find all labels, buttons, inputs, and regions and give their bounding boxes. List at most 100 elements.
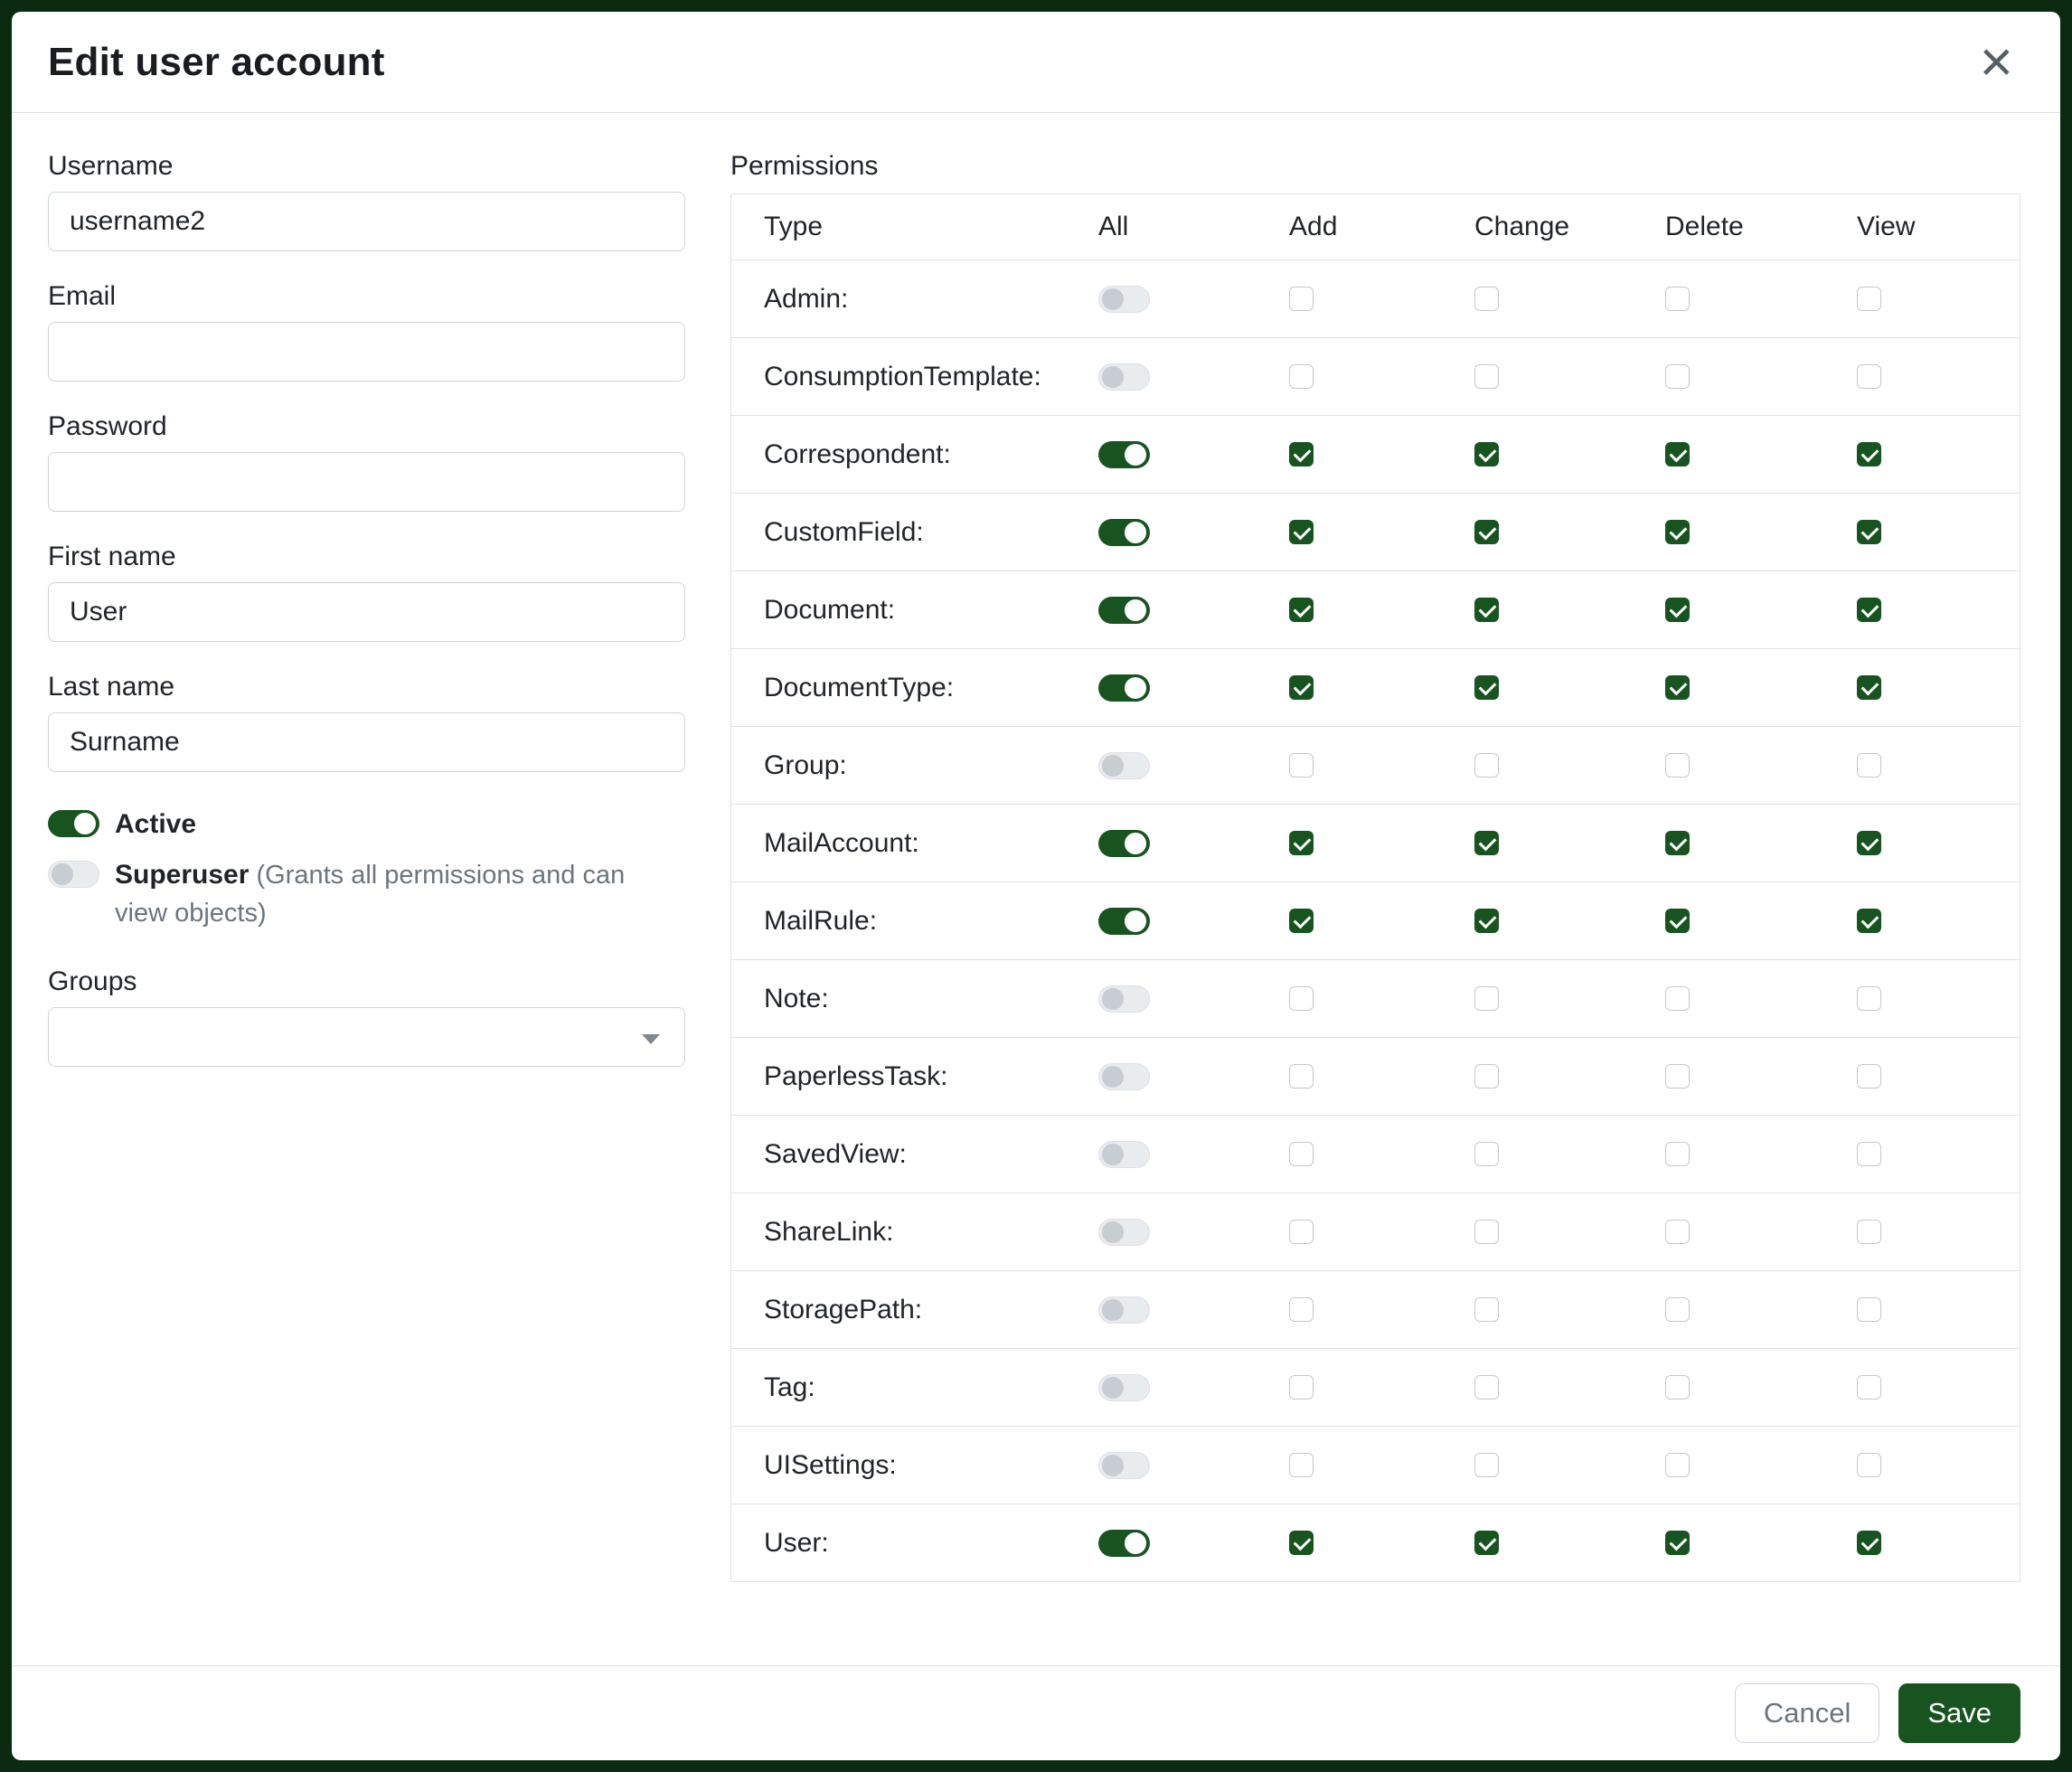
change-checkbox[interactable] bbox=[1474, 986, 1499, 1011]
delete-checkbox[interactable] bbox=[1665, 1064, 1690, 1089]
delete-checkbox[interactable] bbox=[1665, 598, 1690, 622]
add-checkbox[interactable] bbox=[1289, 520, 1314, 544]
change-checkbox[interactable] bbox=[1474, 831, 1499, 855]
all-toggle[interactable] bbox=[1098, 1374, 1150, 1401]
all-toggle[interactable] bbox=[1098, 674, 1150, 702]
active-toggle[interactable] bbox=[48, 810, 99, 837]
all-toggle[interactable] bbox=[1098, 1219, 1150, 1246]
view-checkbox[interactable] bbox=[1857, 598, 1881, 622]
all-toggle[interactable] bbox=[1098, 1063, 1150, 1090]
change-checkbox[interactable] bbox=[1474, 1297, 1499, 1322]
delete-checkbox[interactable] bbox=[1665, 442, 1690, 467]
delete-checkbox[interactable] bbox=[1665, 1375, 1690, 1400]
view-checkbox[interactable] bbox=[1857, 1142, 1881, 1166]
all-toggle[interactable] bbox=[1098, 985, 1150, 1013]
last-name-input[interactable] bbox=[48, 712, 685, 772]
delete-checkbox[interactable] bbox=[1665, 753, 1690, 778]
add-checkbox[interactable] bbox=[1289, 598, 1314, 622]
delete-checkbox[interactable] bbox=[1665, 986, 1690, 1011]
groups-select[interactable] bbox=[48, 1007, 685, 1067]
delete-checkbox-cell bbox=[1665, 753, 1857, 778]
all-toggle[interactable] bbox=[1098, 519, 1150, 546]
add-checkbox[interactable] bbox=[1289, 1142, 1314, 1166]
all-toggle[interactable] bbox=[1098, 1141, 1150, 1168]
password-input[interactable] bbox=[48, 452, 685, 512]
first-name-input[interactable] bbox=[48, 582, 685, 642]
change-checkbox[interactable] bbox=[1474, 909, 1499, 933]
view-checkbox[interactable] bbox=[1857, 1297, 1881, 1322]
delete-checkbox[interactable] bbox=[1665, 1142, 1690, 1166]
save-button[interactable]: Save bbox=[1898, 1683, 2020, 1743]
delete-checkbox[interactable] bbox=[1665, 1297, 1690, 1322]
all-toggle[interactable] bbox=[1098, 908, 1150, 935]
change-checkbox[interactable] bbox=[1474, 598, 1499, 622]
add-checkbox[interactable] bbox=[1289, 1453, 1314, 1477]
change-checkbox[interactable] bbox=[1474, 442, 1499, 467]
delete-checkbox[interactable] bbox=[1665, 831, 1690, 855]
add-checkbox[interactable] bbox=[1289, 753, 1314, 778]
delete-checkbox[interactable] bbox=[1665, 287, 1690, 311]
cancel-button[interactable]: Cancel bbox=[1735, 1683, 1880, 1743]
view-checkbox[interactable] bbox=[1857, 831, 1881, 855]
change-checkbox[interactable] bbox=[1474, 1375, 1499, 1400]
change-checkbox[interactable] bbox=[1474, 675, 1499, 700]
delete-checkbox[interactable] bbox=[1665, 1220, 1690, 1244]
all-toggle[interactable] bbox=[1098, 363, 1150, 391]
all-toggle[interactable] bbox=[1098, 1530, 1150, 1557]
view-checkbox[interactable] bbox=[1857, 675, 1881, 700]
change-checkbox[interactable] bbox=[1474, 753, 1499, 778]
all-toggle[interactable] bbox=[1098, 830, 1150, 857]
view-checkbox[interactable] bbox=[1857, 1375, 1881, 1400]
all-toggle[interactable] bbox=[1098, 1452, 1150, 1479]
delete-checkbox[interactable] bbox=[1665, 520, 1690, 544]
add-checkbox[interactable] bbox=[1289, 986, 1314, 1011]
add-checkbox[interactable] bbox=[1289, 1064, 1314, 1089]
add-checkbox[interactable] bbox=[1289, 442, 1314, 467]
add-checkbox[interactable] bbox=[1289, 675, 1314, 700]
add-checkbox[interactable] bbox=[1289, 1297, 1314, 1322]
delete-checkbox[interactable] bbox=[1665, 675, 1690, 700]
add-checkbox[interactable] bbox=[1289, 1531, 1314, 1555]
change-checkbox[interactable] bbox=[1474, 1220, 1499, 1244]
add-checkbox[interactable] bbox=[1289, 364, 1314, 389]
view-checkbox[interactable] bbox=[1857, 287, 1881, 311]
user-form: Username Email Password First name Last … bbox=[48, 151, 685, 1647]
all-toggle[interactable] bbox=[1098, 752, 1150, 779]
view-checkbox[interactable] bbox=[1857, 520, 1881, 544]
change-checkbox[interactable] bbox=[1474, 1453, 1499, 1477]
view-checkbox[interactable] bbox=[1857, 909, 1881, 933]
view-checkbox[interactable] bbox=[1857, 1064, 1881, 1089]
add-checkbox[interactable] bbox=[1289, 287, 1314, 311]
add-checkbox[interactable] bbox=[1289, 1375, 1314, 1400]
delete-checkbox[interactable] bbox=[1665, 1453, 1690, 1477]
change-checkbox[interactable] bbox=[1474, 1064, 1499, 1089]
all-toggle[interactable] bbox=[1098, 441, 1150, 468]
view-checkbox[interactable] bbox=[1857, 1531, 1881, 1555]
view-checkbox[interactable] bbox=[1857, 1220, 1881, 1244]
close-icon[interactable]: × bbox=[1974, 39, 2019, 85]
all-toggle[interactable] bbox=[1098, 597, 1150, 624]
all-toggle-cell bbox=[1098, 830, 1289, 857]
view-checkbox[interactable] bbox=[1857, 753, 1881, 778]
view-checkbox[interactable] bbox=[1857, 442, 1881, 467]
delete-checkbox[interactable] bbox=[1665, 1531, 1690, 1555]
superuser-toggle[interactable] bbox=[48, 861, 99, 888]
add-checkbox[interactable] bbox=[1289, 831, 1314, 855]
view-checkbox[interactable] bbox=[1857, 1453, 1881, 1477]
view-checkbox[interactable] bbox=[1857, 364, 1881, 389]
change-checkbox[interactable] bbox=[1474, 287, 1499, 311]
add-checkbox[interactable] bbox=[1289, 1220, 1314, 1244]
add-checkbox[interactable] bbox=[1289, 909, 1314, 933]
delete-checkbox[interactable] bbox=[1665, 364, 1690, 389]
change-checkbox[interactable] bbox=[1474, 1142, 1499, 1166]
email-input[interactable] bbox=[48, 322, 685, 382]
change-checkbox-cell bbox=[1474, 1453, 1665, 1477]
change-checkbox[interactable] bbox=[1474, 520, 1499, 544]
delete-checkbox[interactable] bbox=[1665, 909, 1690, 933]
all-toggle[interactable] bbox=[1098, 286, 1150, 313]
view-checkbox[interactable] bbox=[1857, 986, 1881, 1011]
username-input[interactable] bbox=[48, 192, 685, 251]
change-checkbox[interactable] bbox=[1474, 364, 1499, 389]
change-checkbox[interactable] bbox=[1474, 1531, 1499, 1555]
all-toggle[interactable] bbox=[1098, 1296, 1150, 1324]
